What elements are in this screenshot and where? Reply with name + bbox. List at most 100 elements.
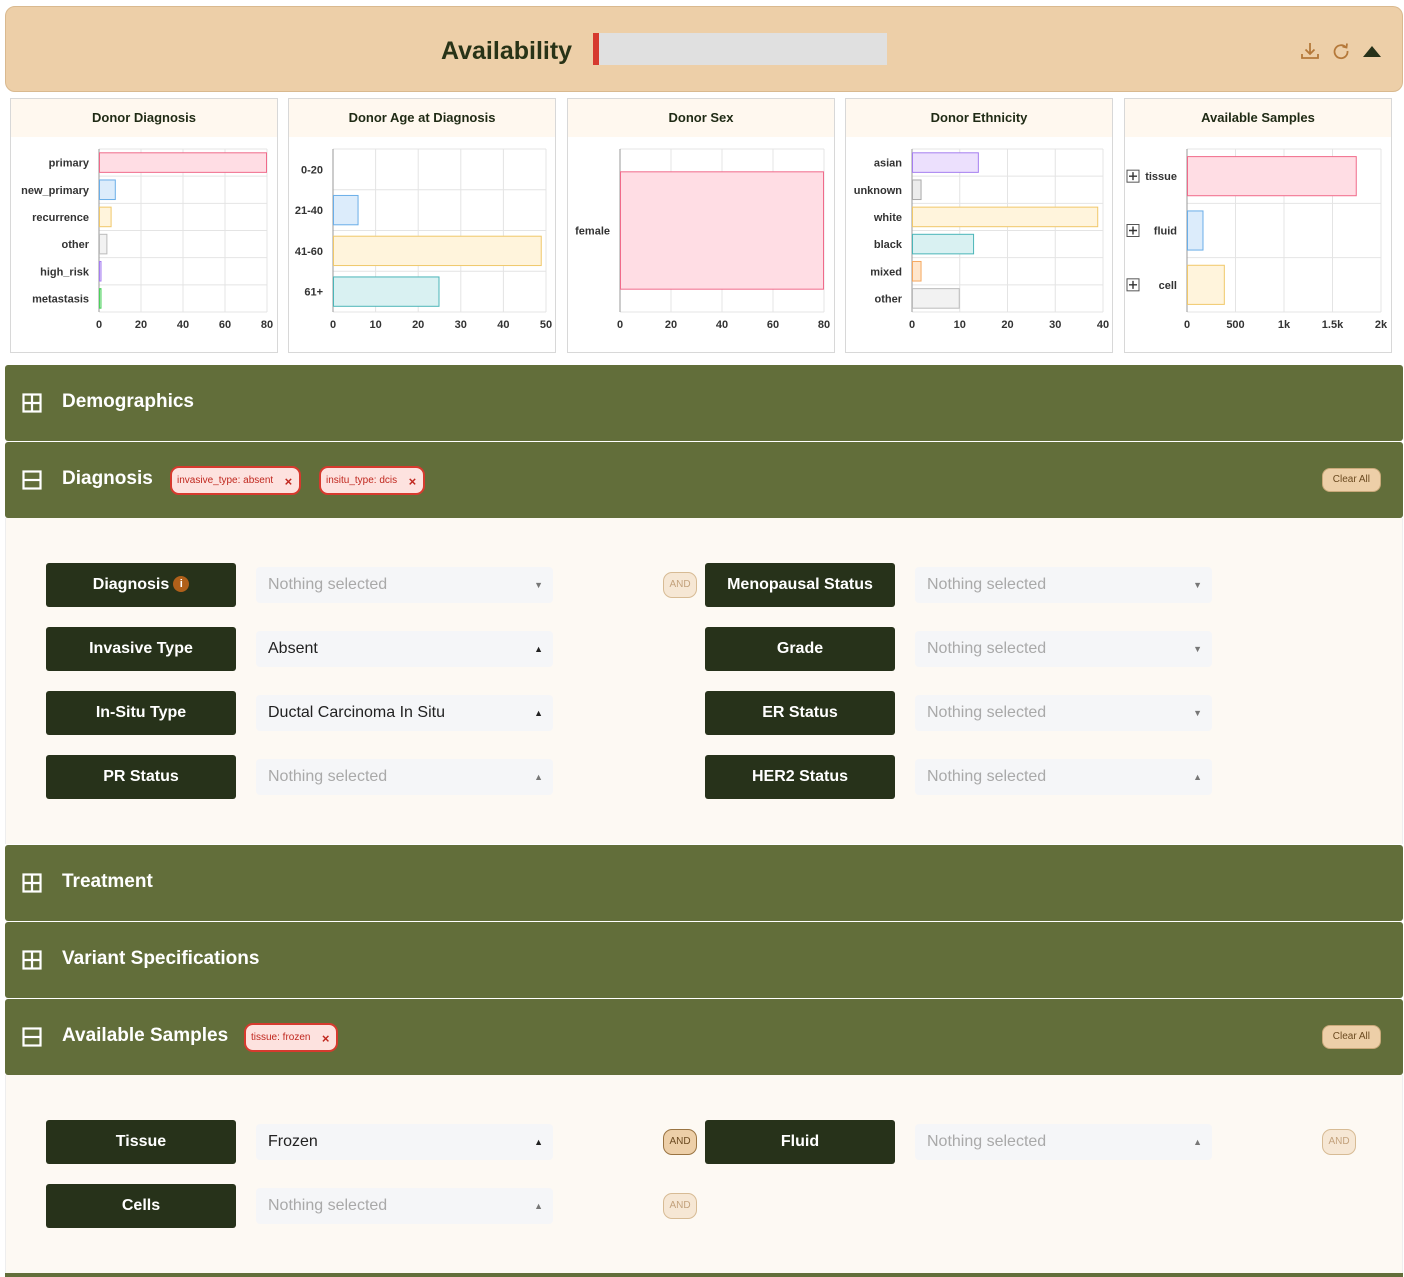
remove-chip-icon[interactable]: × <box>322 1026 330 1051</box>
tick-label: 10 <box>369 319 381 331</box>
tick-label: 0 <box>1184 319 1190 331</box>
her2-status-select[interactable]: Nothing selected ▲ <box>915 759 1212 795</box>
bar-new_primary <box>99 179 116 201</box>
tick-label: 0 <box>96 319 102 331</box>
tick-label: 20 <box>135 319 147 331</box>
category-label: mixed <box>870 266 902 278</box>
chart-donor-ethnicity: 0 10 20 30 40 asian unknown white black mixed othe… <box>854 148 1109 331</box>
download-icon[interactable] <box>1300 41 1320 61</box>
section-title: Demographics <box>62 391 194 412</box>
remove-chip-icon[interactable]: × <box>409 469 417 494</box>
filter-chip-invasive-type[interactable]: invasive_type: absent × <box>170 466 302 495</box>
category-label: metastasis <box>32 293 89 305</box>
section-treatment[interactable]: Treatment <box>5 845 1403 921</box>
chip-label: tissue: frozen <box>251 1032 311 1043</box>
tick-label: 20 <box>1001 319 1013 331</box>
chart-title: Donor Sex <box>568 99 834 137</box>
and-toggle[interactable]: AND <box>663 1193 697 1219</box>
menopausal-status-select[interactable]: Nothing selected ▼ <box>915 567 1212 603</box>
section-diagnosis[interactable]: Diagnosis invasive_type: absent × insitu… <box>5 442 1403 518</box>
select-value: Nothing selected <box>927 640 1047 657</box>
and-toggle[interactable]: AND <box>663 1129 697 1155</box>
category-label: 61+ <box>304 287 323 299</box>
charts-row: Donor Diagnosis 0 20 40 60 80 primary new_prim… <box>5 96 1403 356</box>
section-demographics[interactable]: Demographics <box>5 365 1403 441</box>
bar-61+ <box>333 276 440 307</box>
collapse-icon[interactable] <box>22 470 42 490</box>
fluid-select[interactable]: Nothing selected ▲ <box>915 1124 1212 1160</box>
filter-chip-tissue[interactable]: tissue: frozen × <box>244 1023 339 1052</box>
pr-status-select[interactable]: Nothing selected ▲ <box>256 759 553 795</box>
info-icon[interactable]: i <box>173 576 190 592</box>
expand-icon[interactable] <box>22 873 42 893</box>
section-title: Treatment <box>62 871 153 892</box>
chevron-down-icon: ▼ <box>1193 708 1202 718</box>
collapse-icon[interactable] <box>22 1027 42 1047</box>
tick-label: 80 <box>261 319 273 331</box>
grade-select[interactable]: Nothing selected ▼ <box>915 631 1212 667</box>
bar-cell <box>1187 264 1225 305</box>
category-label: asian <box>874 158 902 170</box>
bar-tissue <box>1187 156 1357 197</box>
and-toggle[interactable]: AND <box>1322 1129 1356 1155</box>
expand-icon[interactable] <box>22 950 42 970</box>
bar-white <box>912 206 1099 228</box>
and-toggle[interactable]: AND <box>663 572 697 598</box>
tick-label: 40 <box>177 319 189 331</box>
tick-label: 10 <box>954 319 966 331</box>
bar-other <box>912 288 960 309</box>
tick-label: 20 <box>665 319 677 331</box>
bar-41-60 <box>333 235 542 267</box>
filter-label-insitu-type: In-Situ Type <box>46 691 236 735</box>
diagnosis-select[interactable]: Nothing selected ▼ <box>256 567 553 603</box>
bar-female <box>620 171 824 290</box>
category-label: other <box>62 239 90 251</box>
section-bottom-edge <box>5 1273 1403 1277</box>
chevron-down-icon: ▼ <box>1193 644 1202 654</box>
chart-title: Donor Diagnosis <box>11 99 277 137</box>
filter-label-her2-status: HER2 Status <box>705 755 895 799</box>
chevron-down-icon: ▼ <box>534 580 543 590</box>
er-status-select[interactable]: Nothing selected ▼ <box>915 695 1212 731</box>
expand-plus <box>1129 172 1137 181</box>
tick-label: 1.5k <box>1322 319 1344 331</box>
tick-label: 0 <box>909 319 915 331</box>
insitu-type-select[interactable]: Ductal Carcinoma In Situ ▲ <box>256 695 553 731</box>
chart-title: Donor Age at Diagnosis <box>289 99 555 137</box>
expand-icon[interactable] <box>1126 224 1140 237</box>
tick-label: 0 <box>330 319 336 331</box>
expand-icon[interactable] <box>22 393 42 413</box>
select-value: Ductal Carcinoma In Situ <box>268 704 445 721</box>
category-label: cell <box>1159 280 1177 292</box>
select-value: Nothing selected <box>927 768 1047 785</box>
remove-chip-icon[interactable]: × <box>285 469 293 494</box>
select-value: Frozen <box>268 1133 318 1150</box>
expand-icon[interactable] <box>1126 169 1140 183</box>
filter-chip-insitu-type[interactable]: insitu_type: dcis × <box>319 466 426 495</box>
bar-fluid <box>1187 210 1204 251</box>
expand-icon[interactable] <box>1126 278 1140 292</box>
select-value: Nothing selected <box>268 576 388 593</box>
bar-unknown <box>912 179 922 201</box>
refresh-icon[interactable] <box>1332 42 1350 60</box>
cells-select[interactable]: Nothing selected ▲ <box>256 1188 553 1224</box>
chart-panel-donor-diagnosis: Donor Diagnosis 0 20 40 60 80 primary new_prim… <box>10 98 278 353</box>
section-available-samples[interactable]: Available Samples tissue: frozen × Clear… <box>5 999 1403 1075</box>
invasive-type-select[interactable]: Absent ▲ <box>256 631 553 667</box>
expand-plus <box>1129 280 1137 289</box>
section-variant-specifications[interactable]: Variant Specifications <box>5 922 1403 998</box>
collapse-caret-icon[interactable] <box>1362 44 1382 58</box>
category-label: 0-20 <box>301 164 323 176</box>
bar-21-40 <box>333 194 359 226</box>
clear-all-button[interactable]: Clear All <box>1321 468 1381 492</box>
diagnosis-filters-body: Diagnosis i Nothing selected ▼ Invasive Ty… <box>5 518 1403 844</box>
select-value: Nothing selected <box>927 1133 1047 1150</box>
availability-header: Availability <box>5 6 1403 92</box>
bar-primary <box>99 152 267 173</box>
category-label: primary <box>49 158 90 170</box>
clear-all-button[interactable]: Clear All <box>1321 1025 1381 1049</box>
select-value: Nothing selected <box>927 576 1047 593</box>
select-value: Nothing selected <box>268 768 388 785</box>
tissue-select[interactable]: Frozen ▲ <box>256 1124 553 1160</box>
category-label: fluid <box>1154 226 1177 238</box>
